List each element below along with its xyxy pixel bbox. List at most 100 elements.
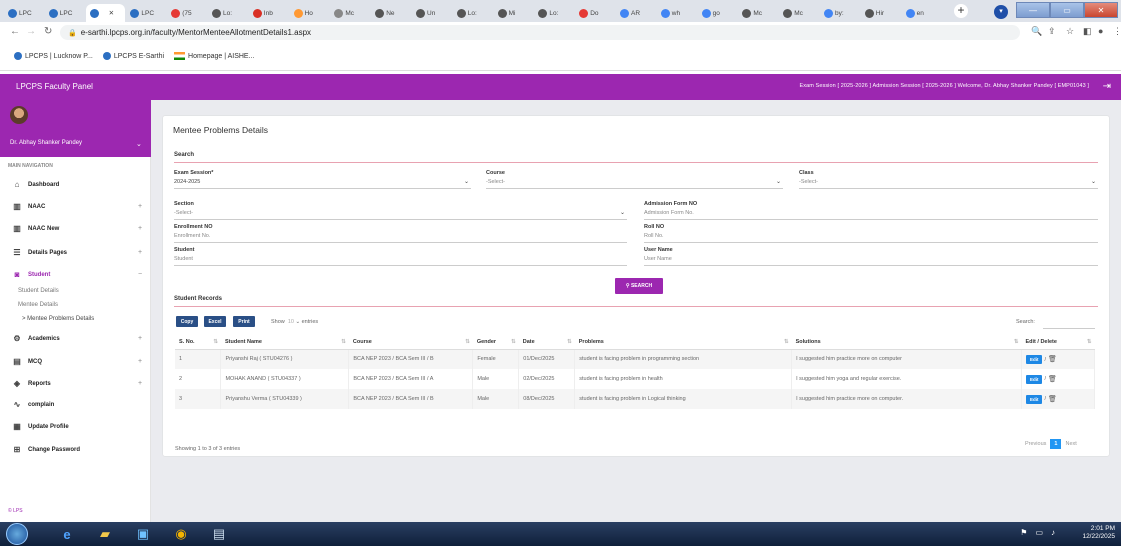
browser-tab[interactable]: (75 — [167, 4, 207, 22]
internet-explorer-icon[interactable]: e — [54, 524, 80, 544]
sidebar-item-complain[interactable]: ∿ complain — [12, 400, 55, 409]
sidebar-item-student[interactable]: ◙ Student − — [12, 270, 143, 279]
browser-profile-icon[interactable]: ▾ — [994, 5, 1008, 19]
class-select[interactable]: -Select- ⌄ — [799, 179, 1098, 189]
table-search-input[interactable] — [1043, 328, 1095, 329]
sidebar-item-academics[interactable]: ⚙ Academics + — [12, 334, 142, 343]
close-icon[interactable]: ✕ — [1084, 2, 1118, 18]
sidebar-subitem-mentee-details[interactable]: Mentee Details — [18, 302, 58, 308]
expand-icon[interactable]: + — [138, 358, 142, 365]
browser-tab[interactable]: Ho — [290, 4, 330, 22]
expand-icon[interactable]: − — [138, 271, 142, 278]
excel-button[interactable]: Excel — [204, 316, 226, 327]
sidebar-item-mcq[interactable]: ▤ MCQ + — [12, 357, 142, 366]
start-button[interactable] — [6, 523, 28, 545]
column-header[interactable]: Course ⇅ — [348, 336, 473, 350]
browser-tab[interactable]: Mc — [738, 4, 778, 22]
previous-page-button[interactable]: Previous — [1025, 441, 1046, 447]
forward-icon[interactable]: → — [26, 26, 36, 37]
browser-tab[interactable]: Lo: — [453, 4, 493, 22]
app-window-icon[interactable]: ▤ — [206, 524, 232, 544]
browser-tab[interactable]: Lo: — [208, 4, 248, 22]
browser-tab[interactable]: AR — [616, 4, 656, 22]
bookmark-lpcps[interactable]: LPCPS | Lucknow P... — [14, 52, 93, 60]
network-icon[interactable]: ▭ — [1035, 528, 1043, 537]
url-field[interactable]: 🔒 e-sarthi.lpcps.org.in/faculty/MentorMe… — [60, 25, 1020, 40]
browser-tab[interactable]: Un — [412, 4, 452, 22]
page-1-button[interactable]: 1 — [1050, 439, 1062, 449]
browser-tab[interactable]: go — [698, 4, 738, 22]
browser-tab[interactable]: Mc — [330, 4, 370, 22]
volume-icon[interactable]: ♪ — [1051, 528, 1055, 537]
chevron-down-icon[interactable]: ⌄ — [136, 140, 142, 148]
column-header[interactable]: Problems ⇅ — [574, 336, 792, 350]
page-length-select[interactable]: 10 — [288, 319, 294, 325]
admission-form-input[interactable]: Admission Form No. — [644, 210, 1098, 220]
user-name-input[interactable]: User Name — [644, 256, 1098, 266]
browser-tab[interactable]: LPC — [4, 4, 44, 22]
delete-icon[interactable]: 🗑 — [1048, 395, 1057, 403]
browser-tab[interactable]: wh — [657, 4, 697, 22]
edit-button[interactable]: Edit — [1025, 374, 1043, 384]
clock[interactable]: 2:01 PM 12/22/2025 — [1082, 525, 1115, 541]
browser-tab[interactable]: Hir — [861, 4, 901, 22]
sidebar-item-details-pages[interactable]: ☰ Details Pages + — [12, 248, 142, 257]
enrollment-input[interactable]: Enrollment No. — [174, 233, 627, 243]
expand-icon[interactable]: + — [138, 249, 142, 256]
search-button[interactable]: ⚲ SEARCH — [615, 278, 663, 294]
sidebar-subitem-student-details[interactable]: Student Details — [18, 288, 59, 294]
column-header[interactable]: Gender ⇅ — [472, 336, 519, 350]
sidebar-subitem-mentee-problems[interactable]: > Mentee Problems Details — [22, 316, 94, 322]
bookmark-esarthi[interactable]: LPCPS E-Sarthi — [102, 52, 164, 60]
roll-no-input[interactable]: Roll No. — [644, 233, 1098, 243]
course-select[interactable]: -Select- ⌄ — [486, 179, 783, 189]
side-panel-icon[interactable]: ◧ — [1083, 26, 1092, 37]
sidebar-item-dashboard[interactable]: ⌂ Dashboard — [12, 180, 60, 189]
copy-button[interactable]: Copy — [176, 316, 198, 327]
browser-tab[interactable]: Mc — [779, 4, 819, 22]
bookmark-aishe[interactable]: Homepage | AISHE... — [174, 52, 254, 60]
tab-close-icon[interactable]: ✕ — [109, 9, 114, 17]
browser-tab[interactable]: Lo: — [534, 4, 574, 22]
share-icon[interactable]: ⇪ — [1048, 26, 1056, 37]
sidebar-item-naac-new[interactable]: ▥ NAAC New + — [12, 224, 142, 233]
section-select[interactable]: -Select- ⌄ — [174, 210, 627, 220]
next-page-button[interactable]: Next — [1065, 441, 1076, 447]
expand-icon[interactable]: + — [138, 380, 142, 387]
browser-tab[interactable]: Mi — [494, 4, 534, 22]
edit-button[interactable]: Edit — [1025, 394, 1043, 404]
sidebar-item-update-profile[interactable]: ▦ Update Profile — [12, 422, 68, 431]
browser-tab[interactable]: en — [902, 4, 942, 22]
bookmark-star-icon[interactable]: ☆ — [1066, 26, 1074, 37]
expand-icon[interactable]: + — [138, 225, 142, 232]
sidebar-item-change-password[interactable]: ⊞ Change Password — [12, 445, 80, 454]
menu-icon[interactable]: ⋮ — [1113, 26, 1121, 37]
student-input[interactable]: Student — [174, 256, 627, 266]
reload-icon[interactable]: ↻ — [44, 26, 52, 37]
browser-tab[interactable]: by: — [820, 4, 860, 22]
column-header[interactable]: Date ⇅ — [518, 336, 575, 350]
column-header[interactable]: Solutions ⇅ — [791, 336, 1022, 350]
sidebar-item-reports[interactable]: ◈ Reports + — [12, 379, 142, 388]
media-player-icon[interactable]: ▣ — [130, 524, 156, 544]
maximize-icon[interactable]: ▭ — [1050, 2, 1084, 18]
browser-tab[interactable]: Inb — [249, 4, 289, 22]
browser-tab[interactable]: Ne — [371, 4, 411, 22]
logout-icon[interactable]: ⇥ — [1103, 81, 1111, 92]
flag-icon[interactable]: ⚑ — [1020, 528, 1027, 537]
zoom-icon[interactable]: 🔍 — [1031, 26, 1042, 37]
browser-tab[interactable]: ✕ — [85, 4, 126, 22]
minimize-icon[interactable]: — — [1016, 2, 1050, 18]
browser-tab[interactable]: Do — [575, 4, 615, 22]
column-header[interactable]: Student Name ⇅ — [220, 336, 349, 350]
column-header[interactable]: S. No. ⇅ — [175, 336, 221, 350]
expand-icon[interactable]: + — [138, 203, 142, 210]
edit-button[interactable]: Edit — [1025, 354, 1043, 364]
print-button[interactable]: Print — [233, 316, 255, 327]
exam-session-select[interactable]: 2024-2025 ⌄ — [174, 179, 471, 189]
chrome-icon[interactable]: ◉ — [168, 524, 194, 544]
delete-icon[interactable]: 🗑 — [1048, 375, 1057, 383]
new-tab-button[interactable]: + — [954, 4, 968, 18]
browser-tab[interactable]: LPC — [126, 4, 166, 22]
expand-icon[interactable]: + — [138, 335, 142, 342]
